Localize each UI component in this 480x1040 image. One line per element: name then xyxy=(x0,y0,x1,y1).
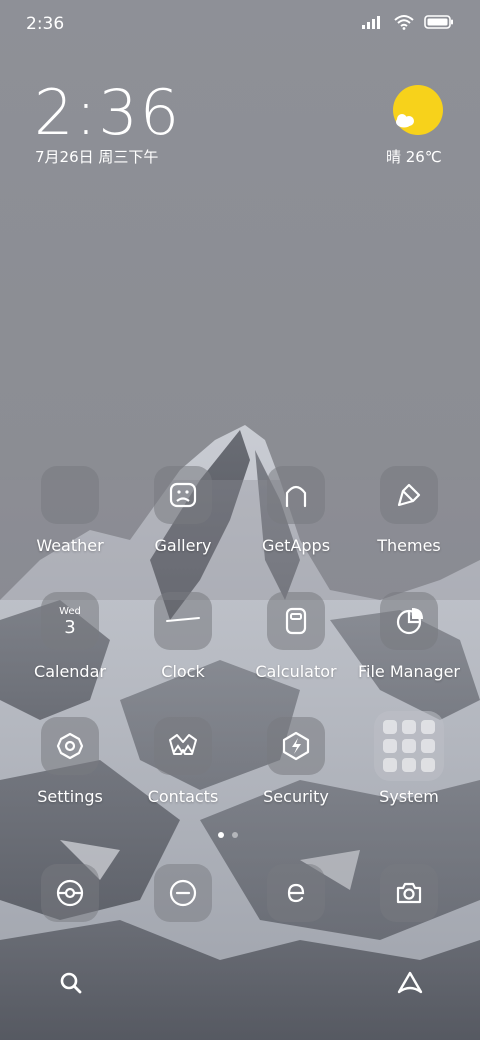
themes-brush-icon[interactable] xyxy=(380,466,438,524)
app-label: Contacts xyxy=(147,787,219,806)
phone-icon[interactable] xyxy=(41,864,99,922)
folder-app-grid xyxy=(383,720,435,772)
status-bar-time: 2:36 xyxy=(26,14,65,34)
page-dot xyxy=(232,832,238,838)
app-label: Security xyxy=(263,787,329,806)
search-icon[interactable] xyxy=(56,968,86,998)
calendar-icon[interactable]: Wed 3 xyxy=(41,592,99,650)
app-settings[interactable]: Settings xyxy=(14,717,126,806)
security-shield-icon[interactable] xyxy=(267,717,325,775)
getapps-icon[interactable] xyxy=(267,466,325,524)
clock-widget-date: 7月26日 周三下午 xyxy=(35,148,159,166)
weather-app-icon[interactable] xyxy=(41,466,99,524)
app-label: Calendar xyxy=(34,662,106,681)
app-label: Weather xyxy=(36,536,104,555)
app-label: Themes xyxy=(377,536,441,555)
weather-widget-text: 晴 26℃ xyxy=(386,148,442,166)
status-icons xyxy=(362,14,454,30)
page-indicator[interactable] xyxy=(218,832,238,838)
app-system-folder[interactable]: System xyxy=(353,711,465,806)
clock-widget-time[interactable]: 2:36 xyxy=(34,76,181,149)
app-gallery[interactable]: Gallery xyxy=(127,466,239,555)
app-label: File Manager xyxy=(358,662,460,681)
gallery-icon[interactable] xyxy=(154,466,212,524)
app-label: Settings xyxy=(37,787,103,806)
signal-icon xyxy=(362,16,380,29)
battery-icon xyxy=(424,15,453,29)
page-dot-active xyxy=(218,832,224,838)
camera-icon[interactable] xyxy=(380,864,438,922)
app-label: Gallery xyxy=(154,536,212,555)
system-folder-icon[interactable] xyxy=(374,711,444,781)
sunny-weather-icon[interactable] xyxy=(392,84,444,136)
app-label: Clock xyxy=(161,662,205,681)
clock-icon[interactable] xyxy=(154,592,212,650)
calendar-day-number: 3 xyxy=(64,617,76,638)
app-label: Calculator xyxy=(255,662,337,681)
app-contacts[interactable]: Contacts xyxy=(127,717,239,806)
contacts-icon[interactable] xyxy=(154,717,212,775)
messages-icon[interactable] xyxy=(154,864,212,922)
file-manager-pie-icon[interactable] xyxy=(380,592,438,650)
app-getapps[interactable]: GetApps xyxy=(240,466,352,555)
calculator-icon[interactable] xyxy=(267,592,325,650)
app-weather[interactable]: Weather xyxy=(14,466,126,555)
wifi-icon xyxy=(394,15,414,30)
app-calculator[interactable]: Calculator xyxy=(240,592,352,681)
browser-icon[interactable] xyxy=(267,864,325,922)
app-label: GetApps xyxy=(261,536,331,555)
app-themes[interactable]: Themes xyxy=(353,466,465,555)
app-label: System xyxy=(379,787,439,806)
app-security[interactable]: Security xyxy=(240,717,352,806)
settings-gear-icon[interactable] xyxy=(41,717,99,775)
assistant-icon[interactable] xyxy=(395,968,425,998)
app-clock[interactable]: Clock xyxy=(127,592,239,681)
app-calendar[interactable]: Wed 3 Calendar xyxy=(14,592,126,681)
app-file-manager[interactable]: File Manager xyxy=(353,592,465,681)
